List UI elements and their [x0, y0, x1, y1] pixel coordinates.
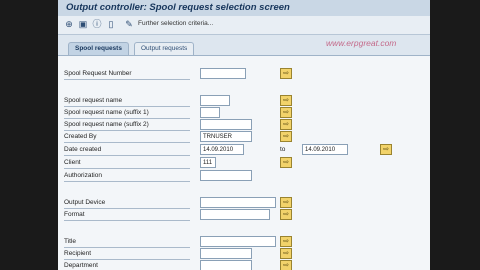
spool-request-name-label: Spool request name — [64, 97, 123, 104]
execute-icon[interactable]: ⊕ — [64, 19, 74, 29]
divider — [64, 155, 190, 156]
info-icon[interactable]: ⓘ — [92, 19, 102, 29]
selection-form: Spool Request Number ⇨ Spool request nam… — [58, 55, 430, 270]
client-label: Client — [64, 159, 81, 166]
variant-icon[interactable]: ▣ — [78, 19, 88, 29]
suffix1-label: Spool request name (suffix 1) — [64, 109, 149, 116]
client-field[interactable]: 111 — [200, 157, 216, 168]
date-created-to-field[interactable]: 14.09.2010 — [302, 144, 348, 155]
output-device-field[interactable] — [200, 197, 276, 208]
authorization-label: Authorization — [64, 172, 102, 179]
divider — [64, 259, 190, 260]
date-created-from-field[interactable]: 14.09.2010 — [200, 144, 244, 155]
divider — [64, 118, 190, 119]
multiple-selection-button[interactable]: ⇨ — [280, 68, 292, 79]
further-criteria-icon[interactable]: ✎ — [124, 19, 134, 29]
multiple-selection-button[interactable]: ⇨ — [280, 236, 292, 247]
spool-request-number-label: Spool Request Number — [64, 70, 132, 77]
title-bar: Output controller: Spool request selecti… — [58, 0, 430, 16]
multiple-selection-button[interactable]: ⇨ — [280, 157, 292, 168]
delete-icon[interactable]: ▯ — [106, 19, 116, 29]
to-label: to — [280, 146, 286, 153]
format-label: Format — [64, 211, 85, 218]
window-title: Output controller: Spool request selecti… — [66, 2, 290, 13]
multiple-selection-button[interactable]: ⇨ — [280, 248, 292, 259]
date-created-label: Date created — [64, 146, 102, 153]
created-by-field[interactable]: TRNUSER — [200, 131, 252, 142]
further-criteria-button[interactable]: Further selection criteria... — [138, 20, 213, 27]
divider — [64, 247, 190, 248]
multiple-selection-button[interactable]: ⇨ — [280, 95, 292, 106]
title-label: Title — [64, 238, 77, 245]
divider — [64, 181, 190, 182]
created-by-label: Created By — [64, 133, 97, 140]
watermark: www.erpgreat.com — [326, 38, 397, 48]
suffix2-field[interactable] — [200, 119, 252, 130]
tab-spool-requests[interactable]: Spool requests — [68, 42, 129, 55]
multiple-selection-button[interactable]: ⇨ — [280, 107, 292, 118]
format-field[interactable] — [200, 209, 270, 220]
authorization-field[interactable] — [200, 170, 252, 181]
divider — [64, 208, 190, 209]
multiple-selection-button[interactable]: ⇨ — [280, 131, 292, 142]
multiple-selection-button[interactable]: ⇨ — [280, 209, 292, 220]
divider — [64, 220, 190, 221]
sap-window: Output controller: Spool request selecti… — [58, 0, 430, 270]
title-field[interactable] — [200, 236, 276, 247]
department-label: Department — [64, 262, 98, 269]
application-toolbar: ⊕ ▣ ⓘ ▯ ✎ Further selection criteria... — [58, 16, 430, 35]
suffix1-field[interactable] — [200, 107, 220, 118]
divider — [64, 130, 190, 131]
divider — [64, 106, 190, 107]
divider — [64, 142, 190, 143]
multiple-selection-button[interactable]: ⇨ — [280, 197, 292, 208]
multiple-selection-button[interactable]: ⇨ — [280, 119, 292, 130]
recipient-label: Recipient — [64, 250, 92, 257]
output-device-label: Output Device — [64, 199, 106, 206]
spool-request-number-field[interactable] — [200, 68, 246, 79]
spool-request-name-field[interactable] — [200, 95, 230, 106]
divider — [64, 79, 190, 80]
suffix2-label: Spool request name (suffix 2) — [64, 121, 149, 128]
tab-output-requests[interactable]: Output requests — [134, 42, 195, 55]
multiple-selection-button[interactable]: ⇨ — [380, 144, 392, 155]
multiple-selection-button[interactable]: ⇨ — [280, 260, 292, 270]
recipient-field[interactable] — [200, 248, 252, 259]
divider — [64, 168, 190, 169]
department-field[interactable] — [200, 260, 252, 270]
